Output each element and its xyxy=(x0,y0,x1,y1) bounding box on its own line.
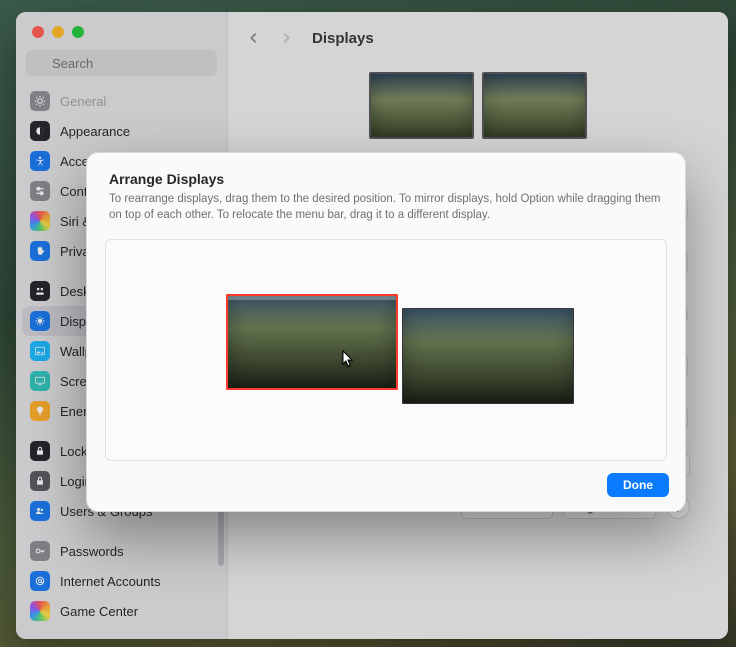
cursor-icon xyxy=(342,350,356,368)
menu-bar-indicator[interactable] xyxy=(228,296,396,300)
sheet-subtitle: To rearrange displays, drag them to the … xyxy=(109,191,663,223)
sheet-header: Arrange Displays To rearrange displays, … xyxy=(87,153,685,233)
display-tile-primary[interactable] xyxy=(226,294,398,390)
arrange-displays-sheet: Arrange Displays To rearrange displays, … xyxy=(86,152,686,512)
sheet-title: Arrange Displays xyxy=(109,171,663,187)
arrangement-canvas[interactable] xyxy=(105,239,667,461)
sheet-footer: Done xyxy=(87,461,685,511)
system-settings-window: General Appearance Accessibility Control… xyxy=(16,12,728,639)
done-button[interactable]: Done xyxy=(607,473,669,497)
display-tile-secondary[interactable] xyxy=(402,308,574,404)
